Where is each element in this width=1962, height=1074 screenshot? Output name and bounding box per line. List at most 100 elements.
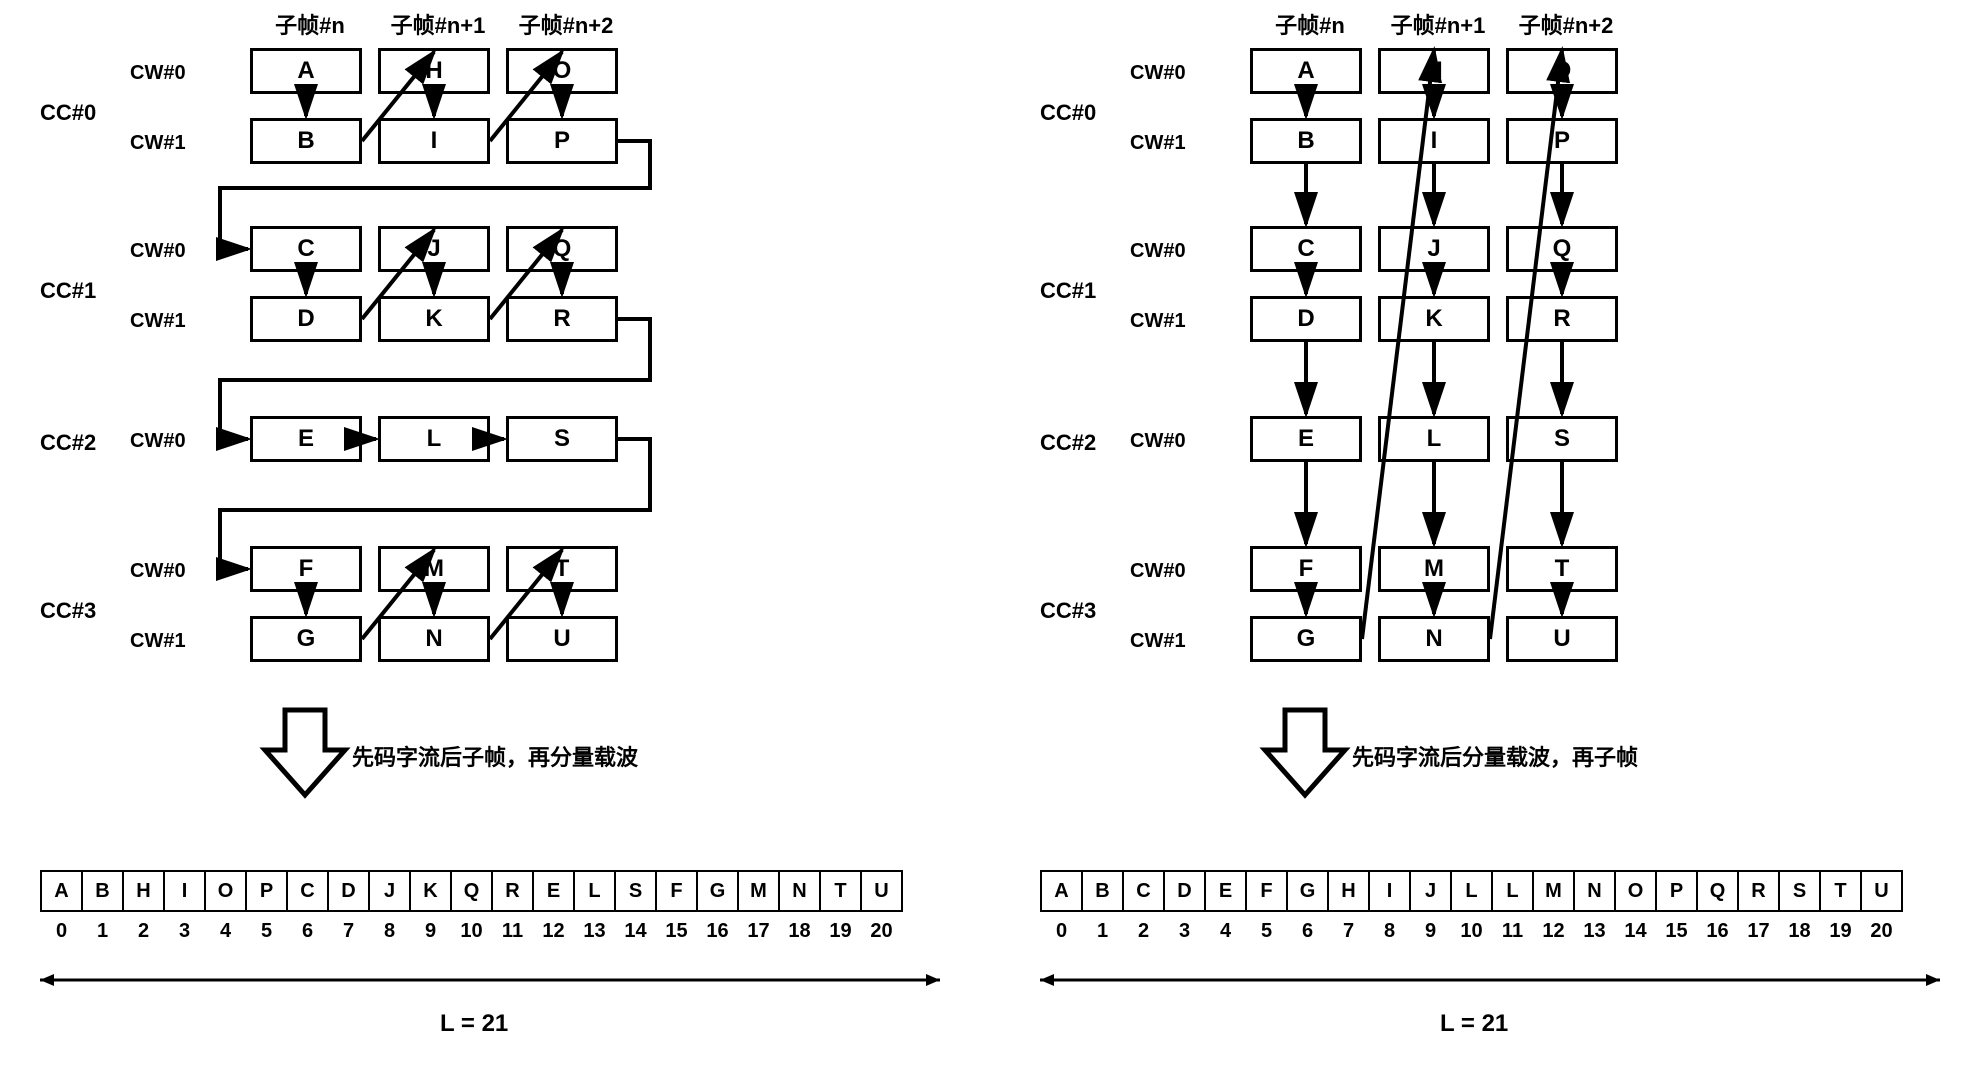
- cw-label-10-r: CW#0: [1130, 240, 1220, 263]
- seq-cell: A: [1040, 870, 1083, 912]
- cw-label-11: CW#1: [130, 310, 220, 333]
- cell-T-r: T: [1506, 546, 1618, 592]
- seq-cell: T: [819, 870, 862, 912]
- cell-I-r: I: [1378, 118, 1490, 164]
- seq-index: 15: [655, 920, 698, 943]
- seq-index: 14: [614, 920, 657, 943]
- seq-cell: P: [1655, 870, 1698, 912]
- seq-index: 13: [1573, 920, 1616, 943]
- cell-Q-r: Q: [1506, 226, 1618, 272]
- subframe-label-n: 子帧#n: [250, 8, 370, 40]
- cell-F: F: [250, 546, 362, 592]
- cw-label-10: CW#0: [130, 240, 220, 263]
- seq-index: 5: [245, 920, 288, 943]
- seq-cell: U: [860, 870, 903, 912]
- cc-label-3: CC#3: [40, 598, 130, 624]
- seq-cell: G: [696, 870, 739, 912]
- cell-L: L: [378, 416, 490, 462]
- cell-E-r: E: [1250, 416, 1362, 462]
- seq-cell: T: [1819, 870, 1862, 912]
- cell-R: R: [506, 296, 618, 342]
- cc-label-1-r: CC#1: [1040, 278, 1130, 304]
- seq-index: 10: [1450, 920, 1493, 943]
- seq-cell: O: [204, 870, 247, 912]
- cell-N: N: [378, 616, 490, 662]
- cw-label-00-r: CW#0: [1130, 62, 1220, 85]
- right-idx: 01234567891011121314151617181920: [1040, 920, 1901, 943]
- seq-index: 19: [1819, 920, 1862, 943]
- cell-K: K: [378, 296, 490, 342]
- seq-index: 2: [1122, 920, 1165, 943]
- seq-cell: E: [1204, 870, 1247, 912]
- seq-cell: C: [286, 870, 329, 912]
- cw-label-20-r: CW#0: [1130, 430, 1220, 453]
- cell-M: M: [378, 546, 490, 592]
- seq-index: 14: [1614, 920, 1657, 943]
- cell-F-r: F: [1250, 546, 1362, 592]
- cell-T: T: [506, 546, 618, 592]
- cc-label-0: CC#0: [40, 100, 130, 126]
- seq-cell: Q: [450, 870, 493, 912]
- cell-I: I: [378, 118, 490, 164]
- seq-index: 9: [409, 920, 452, 943]
- cc-label-2-r: CC#2: [1040, 430, 1130, 456]
- seq-cell: J: [368, 870, 411, 912]
- seq-index: 12: [532, 920, 575, 943]
- cell-J-r: J: [1378, 226, 1490, 272]
- seq-cell: E: [532, 870, 575, 912]
- cc-label-0-r: CC#0: [1040, 100, 1130, 126]
- seq-cell: I: [163, 870, 206, 912]
- seq-cell: M: [1532, 870, 1575, 912]
- seq-index: 7: [1327, 920, 1370, 943]
- seq-cell: B: [81, 870, 124, 912]
- seq-cell: R: [1737, 870, 1780, 912]
- seq-cell: I: [1368, 870, 1411, 912]
- cell-R-r: R: [1506, 296, 1618, 342]
- cc-label-2: CC#2: [40, 430, 130, 456]
- seq-cell: B: [1081, 870, 1124, 912]
- cell-P-r: P: [1506, 118, 1618, 164]
- cw-label-30-r: CW#0: [1130, 560, 1220, 583]
- cc-label-1: CC#1: [40, 278, 130, 304]
- cell-S: S: [506, 416, 618, 462]
- seq-cell: O: [1614, 870, 1657, 912]
- seq-index: 6: [286, 920, 329, 943]
- cc-label-3-r: CC#3: [1040, 598, 1130, 624]
- seq-index: 12: [1532, 920, 1575, 943]
- cell-O: O: [506, 48, 618, 94]
- cw-label-00: CW#0: [130, 62, 220, 85]
- subframe-label-n2: 子帧#n+2: [506, 8, 626, 40]
- left-idx: 01234567891011121314151617181920: [40, 920, 901, 943]
- subframe-label-n1-r: 子帧#n+1: [1378, 8, 1498, 40]
- cell-L-r: L: [1378, 416, 1490, 462]
- right-caption: 先码字流后分量载波，再子帧: [1352, 740, 1638, 772]
- seq-index: 10: [450, 920, 493, 943]
- cell-D: D: [250, 296, 362, 342]
- cell-E: E: [250, 416, 362, 462]
- cw-label-20: CW#0: [130, 430, 220, 453]
- cell-M-r: M: [1378, 546, 1490, 592]
- subframe-label-n-r: 子帧#n: [1250, 8, 1370, 40]
- cell-A-r: A: [1250, 48, 1362, 94]
- seq-index: 7: [327, 920, 370, 943]
- cell-A: A: [250, 48, 362, 94]
- cell-O-r: O: [1506, 48, 1618, 94]
- cell-G: G: [250, 616, 362, 662]
- seq-index: 4: [204, 920, 247, 943]
- seq-index: 15: [1655, 920, 1698, 943]
- seq-index: 16: [1696, 920, 1739, 943]
- seq-index: 18: [778, 920, 821, 943]
- cell-S-r: S: [1506, 416, 1618, 462]
- cell-H: H: [378, 48, 490, 94]
- cell-G-r: G: [1250, 616, 1362, 662]
- cell-K-r: K: [1378, 296, 1490, 342]
- seq-cell: A: [40, 870, 83, 912]
- seq-cell: C: [1122, 870, 1165, 912]
- seq-index: 20: [1860, 920, 1903, 943]
- seq-cell: H: [1327, 870, 1370, 912]
- seq-cell: L: [1491, 870, 1534, 912]
- cell-U: U: [506, 616, 618, 662]
- cw-label-30: CW#0: [130, 560, 220, 583]
- cw-label-31: CW#1: [130, 630, 220, 653]
- seq-index: 16: [696, 920, 739, 943]
